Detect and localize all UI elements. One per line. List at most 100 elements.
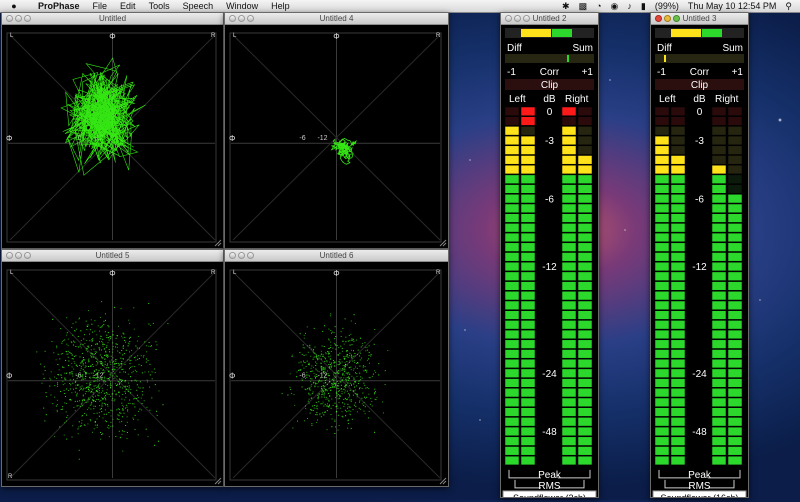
phase-dot — [92, 353, 93, 355]
meter-segment — [520, 232, 536, 243]
spotlight-icon[interactable]: ⚲ — [785, 0, 792, 12]
meter-segment — [727, 203, 743, 213]
phase-dot — [76, 405, 78, 407]
meter-segment — [727, 126, 743, 136]
phase-dot — [306, 371, 308, 373]
phase-dot — [324, 390, 326, 392]
phase-dot — [85, 320, 87, 322]
phase-dot — [99, 405, 101, 407]
meter-window-untitled-3[interactable]: Untitled 3 Diff Sum -1 Corr +1 Clip Left dB Righ… — [650, 12, 749, 502]
phase-dot — [96, 418, 98, 420]
phase-dot — [84, 393, 86, 395]
scope-window-untitled-4[interactable]: Untitled 4 L R Φ Φ -6 -12 — [224, 12, 449, 249]
meter-segment — [711, 349, 727, 359]
phase-dot — [42, 373, 44, 375]
window-titlebar[interactable]: Untitled 5 — [2, 250, 223, 262]
meter-segment — [654, 281, 670, 291]
phase-dot — [323, 391, 324, 393]
phase-dot — [304, 362, 306, 363]
phase-dot — [103, 323, 105, 325]
phase-dot — [335, 411, 337, 413]
phase-dot — [338, 425, 340, 426]
phase-dot — [352, 409, 354, 411]
phase-dot — [60, 409, 62, 410]
wifi-icon[interactable]: ◉ — [611, 0, 619, 12]
window-titlebar[interactable]: Untitled 2 — [501, 13, 598, 25]
window-titlebar[interactable]: Untitled 6 — [225, 250, 448, 262]
phase-dot — [61, 340, 63, 342]
display-icon[interactable]: ▩ — [579, 0, 588, 12]
phase-dot — [114, 306, 115, 308]
apple-menu-icon[interactable]: ● — [8, 0, 20, 12]
battery-icon[interactable]: ▮ — [641, 0, 646, 12]
phase-dot — [293, 394, 295, 395]
phase-dot — [122, 332, 124, 334]
time-machine-icon[interactable]: ◔ — [596, 0, 601, 12]
phase-dot — [345, 336, 347, 338]
meter-segment — [520, 184, 536, 194]
menu-file[interactable]: File — [93, 0, 108, 12]
phase-dot — [155, 349, 157, 350]
phase-dot — [92, 356, 94, 358]
phase-label-left: Φ — [229, 372, 235, 381]
menu-tools[interactable]: Tools — [149, 0, 170, 12]
menu-speech[interactable]: Speech — [183, 0, 214, 12]
bluetooth-icon[interactable]: ✱ — [562, 0, 570, 12]
phase-dot — [70, 353, 72, 354]
meter-segment — [670, 300, 686, 310]
meter-window-untitled-2[interactable]: Untitled 2 Diff Sum -1 Corr +1 Clip Left dB Righ… — [500, 12, 599, 502]
phase-dot — [101, 402, 103, 404]
phase-dot — [346, 350, 348, 352]
phase-dot — [106, 421, 107, 423]
phase-dot — [365, 397, 367, 399]
window-titlebar[interactable]: Untitled 4 — [225, 13, 448, 25]
menu-app-name[interactable]: ProPhase — [38, 0, 80, 12]
clock[interactable]: Thu May 10 12:54 PM — [688, 0, 777, 12]
volume-icon[interactable]: ♪ — [627, 0, 632, 12]
scope-window-untitled-5[interactable]: Untitled 5 L R Φ Φ -6 -12 R — [1, 249, 224, 487]
phase-dot — [315, 357, 317, 359]
phase-dot — [101, 326, 103, 328]
phase-dot — [52, 403, 54, 405]
meter-segment — [520, 329, 536, 340]
phase-dot — [332, 404, 334, 406]
phase-label-top: Φ — [109, 269, 115, 278]
phase-dot — [122, 368, 124, 370]
window-titlebar[interactable]: Untitled 3 — [651, 13, 748, 25]
phase-dot — [80, 367, 82, 369]
phase-dot — [350, 320, 352, 322]
phase-dot — [353, 377, 355, 379]
phase-dot — [331, 365, 333, 367]
phase-dot — [382, 401, 384, 403]
phase-dot — [339, 361, 341, 363]
meter-segment — [727, 349, 743, 359]
meter-segment — [654, 164, 670, 175]
phase-dot — [352, 369, 354, 371]
phase-dot — [305, 405, 306, 407]
meter-segment — [577, 358, 593, 369]
menu-help[interactable]: Help — [271, 0, 290, 12]
menu-window[interactable]: Window — [226, 0, 258, 12]
phase-dot — [361, 397, 363, 399]
phase-dot — [303, 420, 305, 422]
phase-dot — [99, 326, 101, 328]
phase-dot — [339, 381, 341, 383]
phase-dot — [108, 379, 110, 381]
phase-dot — [110, 364, 112, 365]
menu-edit[interactable]: Edit — [120, 0, 136, 12]
phase-dot — [313, 327, 315, 329]
scope-window-untitled-6[interactable]: Untitled 6 L R Φ Φ -6 -12 — [224, 249, 449, 487]
phase-dot — [334, 420, 336, 422]
meter-segment — [577, 310, 593, 320]
phase-dot — [156, 415, 158, 416]
phase-dot — [96, 387, 97, 389]
window-titlebar[interactable]: Untitled — [2, 13, 223, 25]
phase-dot — [344, 403, 346, 405]
phase-dot — [341, 380, 343, 381]
phase-dot — [323, 346, 325, 347]
phase-dot — [376, 396, 378, 398]
scope-window-untitled[interactable]: Untitled L R Φ Φ -6 -12 — [1, 12, 224, 249]
meter-segment — [654, 426, 670, 437]
phase-dot — [69, 352, 71, 353]
phase-dot — [106, 378, 108, 380]
